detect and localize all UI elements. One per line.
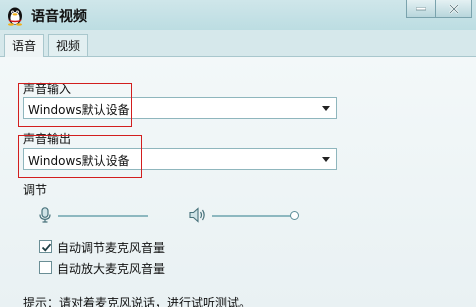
adjust-label: 调节 xyxy=(23,183,48,197)
speaker-icon xyxy=(189,207,207,226)
qq-penguin-icon xyxy=(4,4,26,26)
minimize-button[interactable] xyxy=(406,0,436,18)
speaker-volume-thumb[interactable] xyxy=(290,211,299,220)
tab-strip: 语音 视频 xyxy=(0,30,476,57)
auto-adjust-mic-label[interactable]: 自动调节麦克风音量 xyxy=(57,239,165,256)
voice-settings-panel: 声音输入 Windows默认设备 声音输出 Windows默认设备 调节 自动调… xyxy=(0,57,476,307)
dropdown-arrow-icon xyxy=(322,157,330,162)
window-title: 语音视频 xyxy=(31,9,87,25)
test-hint-text: 提示：请对着麦克风说话，进行试听测试。 xyxy=(23,296,252,307)
output-highlight-box xyxy=(18,135,142,178)
title-bar: 语音视频 xyxy=(0,0,476,30)
tab-video[interactable]: 视频 xyxy=(48,34,88,56)
auto-adjust-mic-checkbox[interactable] xyxy=(39,240,52,253)
close-icon xyxy=(448,3,459,14)
auto-amplify-mic-checkbox[interactable] xyxy=(39,261,52,274)
check-icon xyxy=(41,243,52,252)
speaker-volume-slider[interactable] xyxy=(212,215,294,217)
tab-voice[interactable]: 语音 xyxy=(4,34,44,57)
minimize-icon xyxy=(416,7,426,10)
microphone-icon xyxy=(39,207,51,226)
input-highlight-box xyxy=(18,83,132,127)
auto-amplify-mic-label[interactable]: 自动放大麦克风音量 xyxy=(57,260,165,277)
dropdown-arrow-icon xyxy=(322,106,330,111)
voice-video-window: 语音视频 语音 视频 声音输入 Windows默认设备 声音输出 Windows… xyxy=(0,0,476,307)
mic-volume-slider[interactable] xyxy=(58,215,148,217)
close-button[interactable] xyxy=(436,0,472,18)
